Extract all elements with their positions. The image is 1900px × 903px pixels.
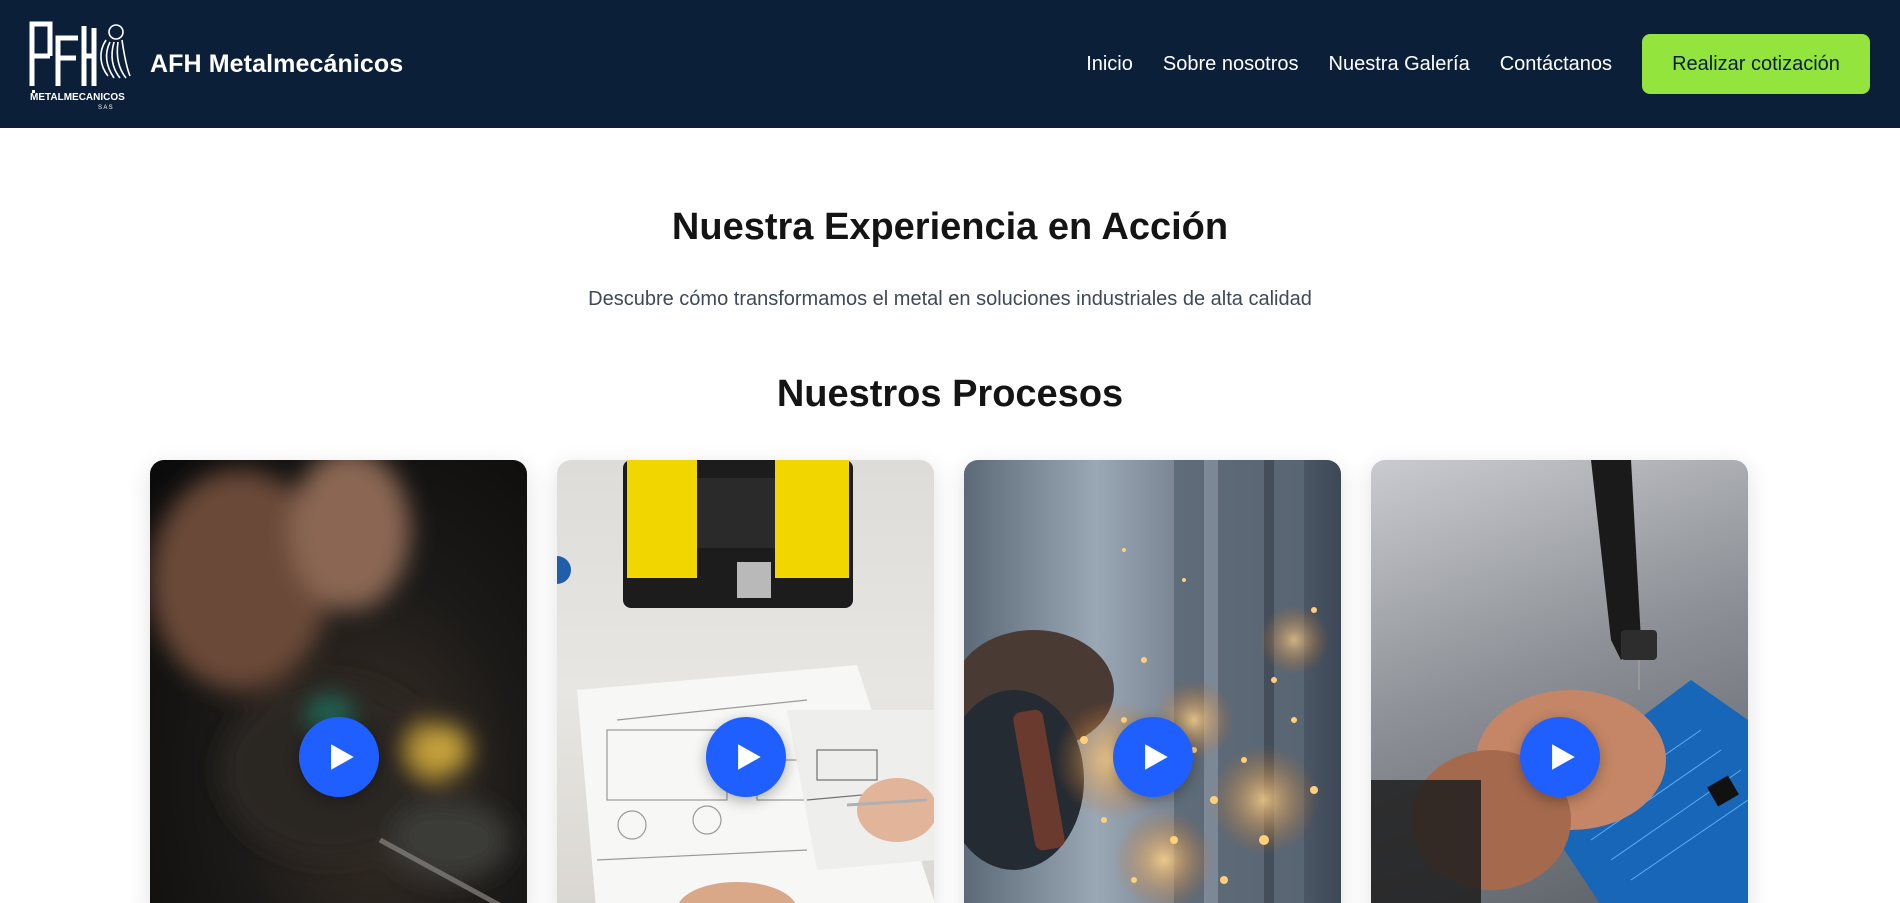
site-header: METALMECANICOS S A S AFH Metalmecánicos …: [0, 0, 1900, 128]
process-cards: [150, 460, 1748, 903]
play-button[interactable]: [1112, 717, 1193, 797]
page-title: Nuestra Experiencia en Acción: [671, 206, 1229, 248]
brand-name[interactable]: AFH Metalmecánicos: [150, 50, 403, 79]
nav-link-inicio[interactable]: Inicio: [1086, 53, 1133, 76]
main-nav: Inicio Sobre nosotros Nuestra Galería Co…: [1086, 0, 1870, 128]
video-thumbnail: [557, 460, 934, 903]
process-video-card[interactable]: [150, 460, 527, 903]
video-thumbnail: [150, 460, 527, 903]
play-icon: [738, 744, 761, 770]
play-button[interactable]: [1519, 717, 1600, 797]
play-button[interactable]: [705, 717, 786, 797]
process-video-card[interactable]: [557, 460, 934, 903]
play-icon: [1145, 744, 1168, 770]
svg-text:METALMECANICOS: METALMECANICOS: [30, 92, 125, 103]
nav-link-galeria[interactable]: Nuestra Galería: [1329, 53, 1470, 76]
play-icon: [331, 744, 354, 770]
svg-text:S A S: S A S: [98, 105, 113, 110]
nav-link-contactanos[interactable]: Contáctanos: [1500, 53, 1612, 76]
processes-title: Nuestros Procesos: [776, 373, 1124, 415]
page-subtitle: Descubre cómo transformamos el metal en …: [588, 288, 1312, 310]
video-thumbnail: [964, 460, 1341, 903]
quote-button[interactable]: Realizar cotización: [1642, 34, 1870, 94]
company-logo[interactable]: METALMECANICOS S A S: [28, 18, 132, 110]
process-video-card[interactable]: [964, 460, 1341, 903]
play-button[interactable]: [298, 717, 379, 797]
nav-link-sobre-nosotros[interactable]: Sobre nosotros: [1163, 53, 1299, 76]
video-thumbnail: [1371, 460, 1748, 903]
play-icon: [1552, 744, 1575, 770]
process-video-card[interactable]: [1371, 460, 1748, 903]
brand[interactable]: METALMECANICOS S A S AFH Metalmecánicos: [28, 0, 403, 128]
